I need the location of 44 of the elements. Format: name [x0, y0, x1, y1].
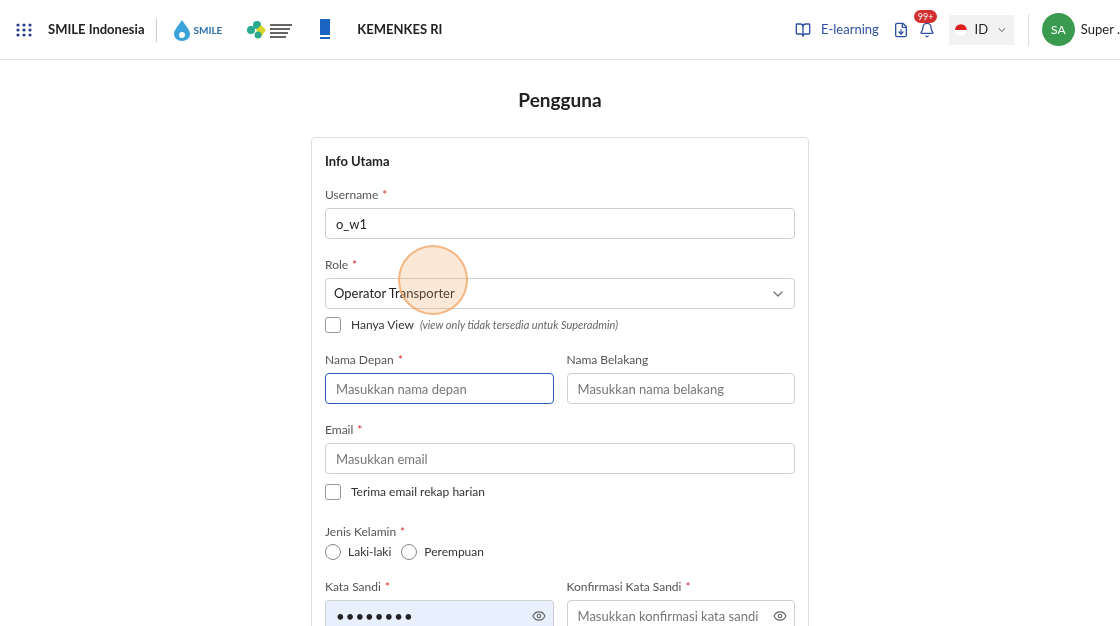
app-name: SMILE Indonesia — [48, 19, 145, 39]
field-label: Username — [325, 186, 379, 204]
input-field[interactable]: •••••••• — [325, 600, 554, 626]
checkbox[interactable] — [325, 317, 341, 333]
organization-name: KEMENKES RI — [357, 19, 443, 39]
radio-option[interactable]: Perempuan — [401, 543, 484, 561]
bell-icon[interactable] — [918, 21, 935, 38]
required-mark: * — [357, 421, 363, 439]
user-avatar[interactable]: SA — [1041, 13, 1075, 46]
page-title: Pengguna — [517, 87, 603, 113]
input-field[interactable]: Masukkan nama depan — [325, 373, 554, 404]
field-label: Kata Sandi — [325, 578, 381, 596]
checkbox[interactable] — [325, 484, 341, 500]
required-mark: * — [382, 186, 388, 204]
required-mark: * — [384, 578, 390, 596]
user-name[interactable]: Super . — [1080, 19, 1120, 40]
checkbox-label: Terima email rekap harian — [351, 483, 485, 501]
eye-icon[interactable] — [773, 609, 787, 623]
eye-icon[interactable] — [531, 609, 546, 623]
required-mark: * — [400, 523, 406, 541]
undp-logo — [320, 18, 331, 41]
required-mark: * — [685, 578, 691, 596]
card-title: Info Utama — [325, 151, 391, 171]
checkbox-label: Hanya View — [351, 316, 414, 334]
document-download-icon[interactable] — [892, 21, 909, 38]
notification-badge: 99+ — [913, 9, 938, 23]
role-select[interactable]: Operator Transporter — [325, 278, 795, 309]
apps-grid-icon[interactable] — [16, 22, 32, 37]
book-icon — [794, 21, 811, 38]
elearning-link[interactable]: E-learning — [794, 19, 879, 40]
language-selector[interactable]: ID — [948, 14, 1014, 45]
input-field[interactable]: o_w1 — [325, 208, 795, 239]
field-label: Konfirmasi Kata Sandi — [566, 578, 682, 596]
radio-option[interactable]: Laki-laki — [325, 543, 392, 561]
field-label: Nama Depan — [325, 351, 394, 369]
field-label: Jenis Kelamin — [325, 523, 397, 541]
field-label: Email — [325, 421, 354, 439]
field-label: Role — [325, 256, 349, 274]
indonesia-flag-icon — [954, 23, 967, 36]
required-mark: * — [397, 351, 403, 369]
field-label: Nama Belakang — [566, 351, 649, 369]
smile-logo: SMILE — [173, 18, 223, 41]
required-mark: * — [352, 256, 358, 274]
checkbox-note: (view only tidak tersedia untuk Superadmin) — [419, 316, 618, 333]
